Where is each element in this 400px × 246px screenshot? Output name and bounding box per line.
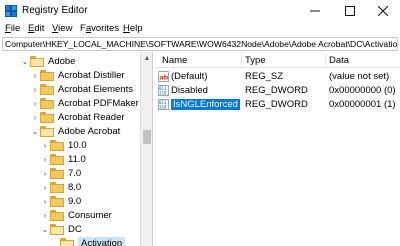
- tree-item-adobe[interactable]: ⌄ Adobe: [20, 54, 75, 69]
- tree-item-acrobat-reader[interactable]: › Acrobat Reader: [30, 110, 125, 125]
- folder-icon: [50, 196, 64, 207]
- chevron-right-icon[interactable]: ›: [30, 99, 40, 108]
- folder-icon: [50, 168, 64, 179]
- chevron-right-icon[interactable]: ›: [30, 85, 40, 94]
- tree-item-7-0[interactable]: › 7.0: [40, 166, 81, 181]
- value-name: (Default): [171, 71, 208, 82]
- menu-file[interactable]: File: [5, 23, 20, 34]
- folder-icon: [50, 140, 64, 151]
- folder-icon: [40, 84, 54, 95]
- maximize-button[interactable]: [333, 0, 367, 22]
- tree-item-dc[interactable]: ⌄ DC: [40, 222, 82, 237]
- folder-open-icon: [30, 56, 44, 67]
- value-type: REG_DWORD: [245, 85, 308, 96]
- svg-text:110: 110: [159, 91, 167, 96]
- minimize-icon: [310, 10, 320, 12]
- chevron-down-icon[interactable]: ⌄: [30, 127, 40, 136]
- close-button[interactable]: [366, 0, 400, 22]
- column-divider[interactable]: [241, 54, 242, 66]
- minimize-button[interactable]: [298, 0, 332, 22]
- menu-edit[interactable]: Edit: [28, 23, 44, 34]
- folder-icon: [50, 210, 64, 221]
- folder-icon: [40, 98, 54, 109]
- column-header-type[interactable]: Type: [245, 55, 266, 66]
- close-icon: [378, 6, 388, 16]
- scrollbar-thumb[interactable]: [143, 130, 151, 144]
- tree-item-10-0[interactable]: › 10.0: [40, 138, 87, 153]
- values-list: Name Type Data ab (Default) REG_SZ (valu…: [156, 52, 400, 246]
- tree-item-activation[interactable]: Activation: [50, 236, 126, 246]
- folder-icon: [50, 154, 64, 165]
- chevron-right-icon[interactable]: ›: [40, 169, 50, 178]
- tree-item-acrobat-elements[interactable]: › Acrobat Elements: [30, 82, 133, 97]
- tree-item-acrobat-pdfmaker[interactable]: › Acrobat PDFMaker: [30, 96, 139, 111]
- value-data: 0x00000001 (1): [329, 99, 396, 110]
- tree-item-adobe-acrobat[interactable]: ⌄ Adobe Acrobat: [30, 124, 120, 139]
- title-bar: Registry Editor: [0, 0, 400, 22]
- chevron-right-icon[interactable]: ›: [30, 113, 40, 122]
- folder-open-icon: [40, 126, 54, 137]
- column-divider[interactable]: [325, 54, 326, 66]
- key-tree: ⌄ Adobe › Acrobat Distiller › Acrobat El…: [0, 52, 153, 246]
- menu-view[interactable]: View: [52, 23, 72, 34]
- value-data: 0x00000000 (0): [329, 85, 396, 96]
- tree-item-8-0[interactable]: › 8.0: [40, 180, 81, 195]
- tree-item-11-0[interactable]: › 11.0: [40, 152, 86, 167]
- list-header: Name Type Data: [156, 52, 400, 68]
- value-name: Disabled: [171, 85, 208, 96]
- string-value-icon: ab: [158, 71, 169, 82]
- folder-icon: [40, 70, 54, 81]
- chevron-down-icon[interactable]: ⌄: [40, 225, 50, 234]
- tree-item-9-0[interactable]: › 9.0: [40, 194, 81, 209]
- value-type: REG_DWORD: [245, 99, 308, 110]
- svg-text:110: 110: [159, 105, 167, 110]
- value-type: REG_SZ: [245, 71, 284, 82]
- chevron-right-icon[interactable]: ›: [40, 155, 50, 164]
- table-row[interactable]: 011 110 IsNGLEnforced REG_DWORD 0x000000…: [156, 98, 400, 112]
- tree-item-consumer[interactable]: › Consumer: [40, 208, 112, 223]
- folder-icon: [40, 112, 54, 123]
- folder-icon: [50, 182, 64, 193]
- window-title: Registry Editor: [22, 5, 88, 16]
- maximize-icon: [345, 6, 355, 16]
- folder-open-icon: [50, 224, 64, 235]
- table-row[interactable]: ab (Default) REG_SZ (value not set): [156, 70, 400, 84]
- chevron-right-icon[interactable]: ›: [40, 197, 50, 206]
- menu-favorites[interactable]: Favorites: [80, 23, 119, 34]
- chevron-right-icon[interactable]: ›: [40, 183, 50, 192]
- table-row[interactable]: 011 110 Disabled REG_DWORD 0x00000000 (0…: [156, 84, 400, 98]
- svg-text:ab: ab: [159, 74, 168, 82]
- chevron-right-icon[interactable]: ›: [30, 71, 40, 80]
- chevron-right-icon[interactable]: ›: [40, 141, 50, 150]
- column-header-name[interactable]: Name: [162, 55, 187, 66]
- column-header-data[interactable]: Data: [329, 55, 349, 66]
- menu-help[interactable]: Help: [123, 23, 143, 34]
- registry-editor-icon: [5, 5, 17, 17]
- value-data: (value not set): [329, 71, 390, 82]
- menu-bar: File Edit View Favorites Help: [0, 22, 400, 36]
- chevron-right-icon[interactable]: ›: [40, 211, 50, 220]
- scroll-up-icon[interactable]: ▲: [141, 52, 153, 64]
- folder-open-icon: [60, 238, 74, 246]
- tree-scrollbar[interactable]: ▲: [140, 52, 152, 246]
- dword-value-icon: 011 110: [158, 85, 169, 96]
- tree-item-acrobat-distiller[interactable]: › Acrobat Distiller: [30, 68, 125, 83]
- dword-value-icon: 011 110: [158, 99, 169, 110]
- address-bar[interactable]: Computer\HKEY_LOCAL_MACHINE\SOFTWARE\WOW…: [2, 37, 398, 51]
- chevron-down-icon[interactable]: ⌄: [20, 57, 30, 66]
- value-name: IsNGLEnforced: [171, 99, 240, 110]
